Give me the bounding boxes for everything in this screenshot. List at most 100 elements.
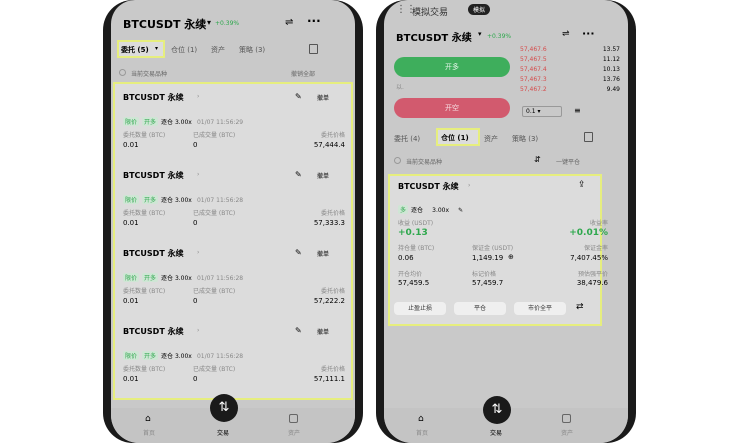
ask-price[interactable]: 57,467.3 <box>520 76 547 83</box>
home-icon[interactable]: ⌂ <box>145 414 151 424</box>
close-all-button[interactable]: 一键平仓 <box>556 157 580 166</box>
chart-toggle-icon[interactable]: ⇌ <box>562 29 570 39</box>
tab-positions[interactable]: 仓位 (1) <box>441 133 469 143</box>
tab-assets[interactable]: 资产 <box>211 45 225 55</box>
ask-qty: 13.57 <box>602 46 620 53</box>
depth-select[interactable]: 0.1 ▾ <box>522 106 562 117</box>
chevron-down-icon[interactable]: ▾ <box>207 18 211 27</box>
chevron-down-icon[interactable]: ▾ <box>478 30 482 38</box>
depth-layout-icon[interactable]: ≡ <box>574 106 581 115</box>
tab-orders[interactable]: 委托 (4) <box>394 134 420 144</box>
symbol-title[interactable]: BTCUSDT 永续 <box>396 29 472 44</box>
edit-icon[interactable]: ✎ <box>458 207 463 214</box>
price-header: 委托价格 <box>320 366 345 373</box>
symbol-title[interactable]: BTCUSDT 永续 <box>123 16 206 32</box>
margin-value: 1,149.19 <box>472 254 504 262</box>
close-position-button[interactable]: 平仓 <box>454 302 506 315</box>
tab-assets[interactable]: 资产 <box>484 134 498 144</box>
chevron-right-icon[interactable]: › <box>197 171 199 178</box>
market-close-button[interactable]: 市价全平 <box>514 302 566 315</box>
order-type-tag: 限价 <box>123 195 140 204</box>
demo-badge: 模拟 <box>468 4 491 15</box>
wallet-icon[interactable] <box>562 414 571 423</box>
right-screen: ⋮⋮ 模拟交易 模拟 BTCUSDT 永续 ▾ +0.39% ⇌ ··· 开多 … <box>384 0 628 443</box>
nav-home[interactable]: 首页 <box>143 428 155 437</box>
checkbox-current-symbol[interactable] <box>119 69 126 76</box>
order-symbol: BTCUSDT 永续 <box>123 327 184 336</box>
edit-icon[interactable]: ✎ <box>295 92 302 101</box>
reverse-position-icon[interactable]: ⇄ <box>576 302 584 312</box>
order-time: 01/07 11:56:28 <box>196 353 244 360</box>
right-phone: ⋮⋮ 模拟交易 模拟 BTCUSDT 永续 ▾ +0.39% ⇌ ··· 开多 … <box>376 0 636 443</box>
chevron-right-icon[interactable]: › <box>197 327 199 334</box>
nav-trade[interactable]: 交易 <box>490 428 502 437</box>
chevron-right-icon[interactable]: › <box>197 93 199 100</box>
ask-price[interactable]: 57,467.2 <box>520 86 547 93</box>
order-filled: 0 <box>193 141 198 149</box>
price-header: 委托价格 <box>320 132 345 139</box>
checkbox-current-symbol[interactable] <box>394 157 401 164</box>
order-qty: 0.01 <box>123 375 139 383</box>
ask-price[interactable]: 57,467.4 <box>520 66 547 73</box>
edit-icon[interactable]: ✎ <box>295 170 302 179</box>
cancel-all-button[interactable]: 撤销全部 <box>291 69 315 78</box>
cancel-order-button[interactable]: 撤单 <box>317 249 329 258</box>
share-icon[interactable]: ⇪ <box>578 180 586 190</box>
ask-price[interactable]: 57,467.6 <box>520 46 547 53</box>
side-tag: 多 <box>398 205 409 214</box>
tab-positions[interactable]: 仓位 (1) <box>171 45 197 55</box>
chevron-right-icon[interactable]: › <box>197 249 199 256</box>
nav-trade[interactable]: 交易 <box>217 428 229 437</box>
margin-mode: 逐仓 <box>411 207 424 214</box>
current-symbol-filter[interactable]: 当前交易品种 <box>131 69 167 78</box>
size-label: 持仓量 (BTC) <box>398 245 435 252</box>
ratio-label: 保证金率 <box>583 245 608 252</box>
sort-icon[interactable]: ⇵ <box>534 155 541 164</box>
edit-icon[interactable]: ✎ <box>295 248 302 257</box>
order-price: 57,444.4 <box>313 141 345 149</box>
ask-qty: 9.49 <box>606 86 620 93</box>
cancel-order-button[interactable]: 撤单 <box>317 171 329 180</box>
trade-swap-icon[interactable]: ⇅ <box>210 394 238 422</box>
edit-icon[interactable]: ✎ <box>295 326 302 335</box>
orderbook: 57,467.6 13.57 57,467.5 11.12 57,467.4 1… <box>520 46 620 98</box>
wallet-icon[interactable] <box>289 414 298 423</box>
nav-assets[interactable]: 资产 <box>288 428 300 437</box>
open-long-button[interactable]: 开多 <box>394 57 510 77</box>
tab-orders[interactable]: 委托 (5) <box>121 45 149 55</box>
chevron-right-icon[interactable]: › <box>468 182 470 189</box>
qty-header: 委托数量 (BTC) <box>123 288 166 295</box>
order-symbol: BTCUSDT 永续 <box>123 171 184 180</box>
cancel-order-button[interactable]: 撤单 <box>317 327 329 336</box>
order-symbol: BTCUSDT 永续 <box>123 249 184 258</box>
tab-strategies[interactable]: 策略 (3) <box>239 45 265 55</box>
order-filled: 0 <box>193 219 198 227</box>
nav-assets[interactable]: 资产 <box>561 428 573 437</box>
history-icon[interactable] <box>584 132 593 142</box>
home-icon[interactable]: ⌂ <box>418 414 424 424</box>
more-icon[interactable]: ··· <box>307 14 321 28</box>
tab-strategies[interactable]: 策略 (3) <box>512 134 538 144</box>
more-icon[interactable]: ··· <box>582 27 595 40</box>
current-symbol-filter[interactable]: 当前交易品种 <box>406 157 442 166</box>
chevron-down-icon[interactable]: ▾ <box>155 45 158 52</box>
qty-header: 委托数量 (BTC) <box>123 132 166 139</box>
cancel-order-button[interactable]: 撤单 <box>317 93 329 102</box>
history-icon[interactable] <box>309 44 318 54</box>
tp-sl-button[interactable]: 止盈止损 <box>394 302 446 315</box>
add-margin-icon[interactable]: ⊕ <box>508 253 514 261</box>
open-short-button[interactable]: 开空 <box>394 98 510 118</box>
leverage[interactable]: 3.00x <box>432 207 449 214</box>
chart-toggle-icon[interactable]: ⇌ <box>285 17 293 28</box>
pnl-value: +0.13 <box>398 228 428 238</box>
order-side-tag: 开多 <box>142 195 159 204</box>
nav-home[interactable]: 首页 <box>416 428 428 437</box>
left-phone: BTCUSDT 永续 ▾ +0.39% ⇌ ··· 委托 (5) ▾ 仓位 (1… <box>103 0 363 443</box>
liq-label: 预估强平价 <box>577 271 608 278</box>
order-card: BTCUSDT 永续 › ✎ 撤单 限价 开多 逐仓 3.00x 01/07 11:… <box>123 92 345 164</box>
top-title: 模拟交易 <box>412 8 449 18</box>
trade-swap-icon[interactable]: ⇅ <box>483 396 511 424</box>
price-header: 委托价格 <box>320 288 345 295</box>
qty-header: 委托数量 (BTC) <box>123 366 166 373</box>
ask-price[interactable]: 57,467.5 <box>520 56 547 63</box>
